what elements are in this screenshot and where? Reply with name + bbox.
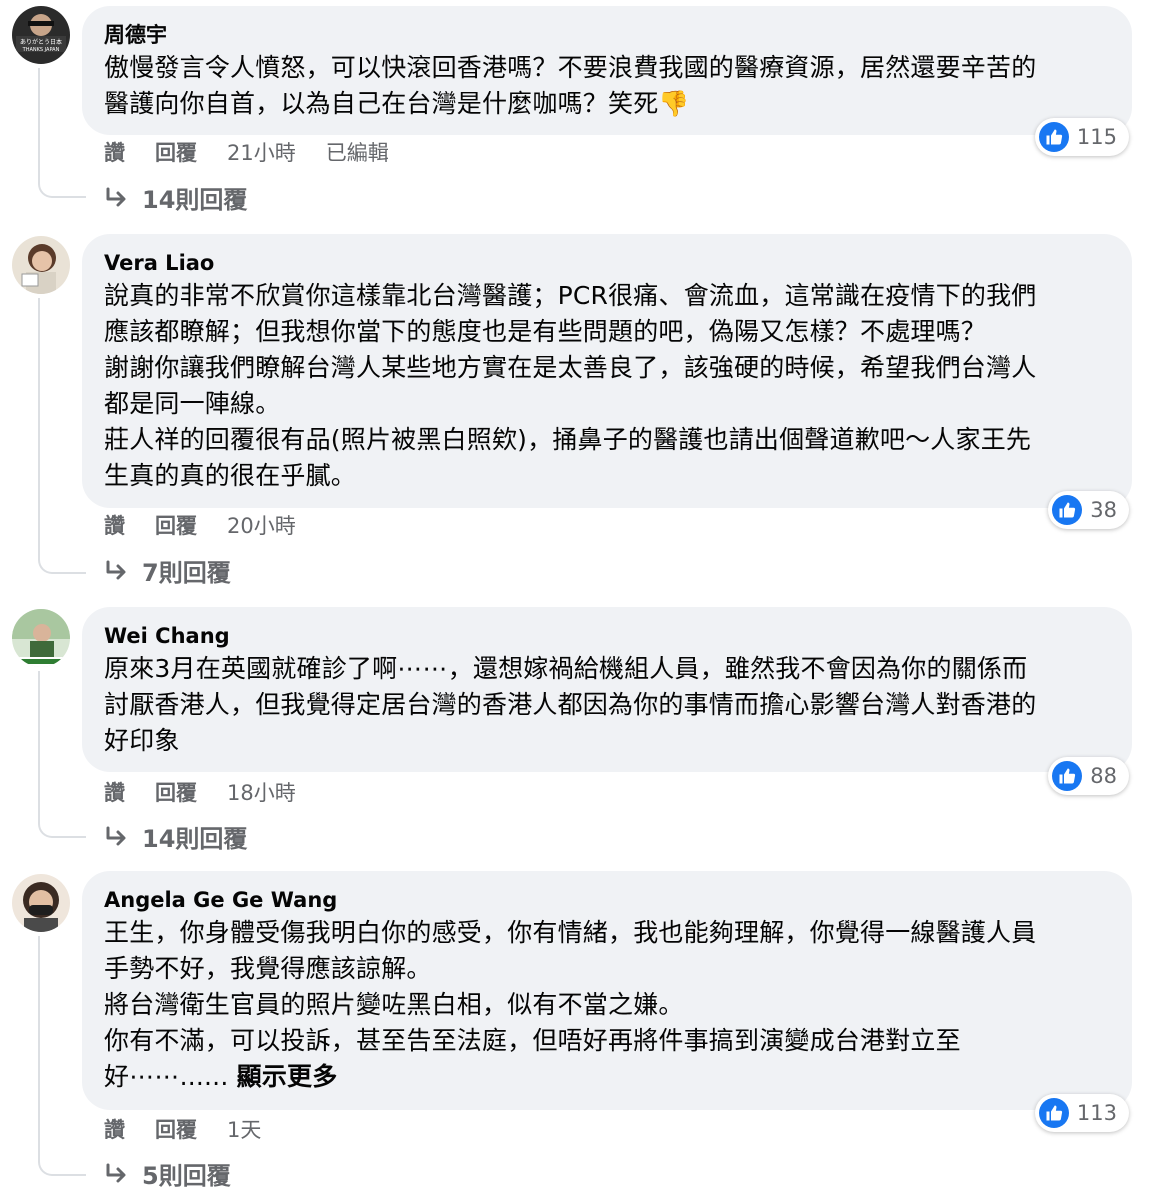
reply-button[interactable]: 回覆 xyxy=(155,510,197,540)
replies-count: 14則回覆 xyxy=(142,825,248,853)
like-icon xyxy=(1038,122,1069,152)
view-replies-link[interactable]: 7則回覆 xyxy=(104,553,231,588)
reaction-summary[interactable]: 115 xyxy=(1034,118,1129,156)
reaction-count: 113 xyxy=(1076,1101,1117,1125)
svg-text:THANKS JAPAN: THANKS JAPAN xyxy=(22,47,60,53)
comment-author[interactable]: Wei Chang xyxy=(104,621,1110,651)
like-icon xyxy=(1038,1098,1069,1128)
timestamp[interactable]: 21小時 xyxy=(227,137,296,167)
replies-count: 14則回覆 xyxy=(142,186,248,214)
like-button[interactable]: 讚 xyxy=(104,137,125,167)
avatar[interactable] xyxy=(12,874,70,932)
like-icon xyxy=(1052,761,1083,791)
reply-button[interactable]: 回覆 xyxy=(155,777,197,807)
comment-text: 說真的非常不欣賞你這樣靠北台灣醫護；PCR很痛、會流血，這常識在疫情下的我們 應… xyxy=(104,281,1037,490)
timestamp[interactable]: 20小時 xyxy=(227,510,296,540)
comment-actions: 讚 回覆 1天 xyxy=(104,1114,291,1144)
comment-text: 傲慢發言令人憤怒，可以快滾回香港嗎？不要浪費我國的醫療資源，居然還要辛苦的 醫護… xyxy=(104,53,1037,118)
view-replies-link[interactable]: 14則回覆 xyxy=(104,180,247,215)
svg-text:ありがとう日本: ありがとう日本 xyxy=(20,38,62,46)
comment-actions: 讚 回覆 20小時 xyxy=(104,510,326,540)
like-button[interactable]: 讚 xyxy=(104,777,125,807)
reaction-summary[interactable]: 88 xyxy=(1048,757,1129,795)
comment: Vera Liao 說真的非常不欣賞你這樣靠北台灣醫護；PCR很痛、會流血，這常… xyxy=(0,230,1155,600)
reply-arrow-icon xyxy=(104,825,130,849)
reply-arrow-icon xyxy=(104,559,130,583)
comment: Angela Ge Ge Wang 王生，你身體受傷我明白你的感受，你有情緒，我… xyxy=(0,868,1155,1198)
reply-arrow-icon xyxy=(104,186,130,210)
thread-line xyxy=(38,298,86,574)
comment-actions: 讚 回覆 21小時 已編輯 xyxy=(104,137,419,167)
view-replies-link[interactable]: 5則回覆 xyxy=(104,1156,231,1191)
comment-actions: 讚 回覆 18小時 xyxy=(104,777,326,807)
thread-line xyxy=(38,671,86,838)
replies-count: 7則回覆 xyxy=(142,559,231,587)
like-icon xyxy=(1052,495,1083,525)
comment-bubble: 周德宇 傲慢發言令人憤怒，可以快滾回香港嗎？不要浪費我國的醫療資源，居然還要辛苦… xyxy=(82,6,1132,135)
view-replies-link[interactable]: 14則回覆 xyxy=(104,819,247,854)
thread-line xyxy=(38,936,86,1176)
comment-text: 原來3月在英國就確診了啊⋯⋯，還想嫁禍給機組人員，雖然我不會因為你的關係而 討厭… xyxy=(104,654,1037,755)
comment-author[interactable]: Vera Liao xyxy=(104,248,1110,278)
avatar[interactable] xyxy=(12,609,70,667)
comment-author[interactable]: Angela Ge Ge Wang xyxy=(104,885,1110,915)
comment-text: 王生，你身體受傷我明白你的感受，你有情緒，我也能夠理解，你覺得一線醫護人員 手勢… xyxy=(104,918,1037,1091)
like-button[interactable]: 讚 xyxy=(104,510,125,540)
comment-author[interactable]: 周德宇 xyxy=(104,20,1110,50)
comment-bubble: Wei Chang 原來3月在英國就確診了啊⋯⋯，還想嫁禍給機組人員，雖然我不會… xyxy=(82,607,1132,772)
comment-bubble: Vera Liao 說真的非常不欣賞你這樣靠北台灣醫護；PCR很痛、會流血，這常… xyxy=(82,234,1132,508)
reaction-count: 115 xyxy=(1076,125,1117,149)
see-more-link[interactable]: 顯示更多 xyxy=(237,1062,338,1091)
reply-button[interactable]: 回覆 xyxy=(155,1114,197,1144)
thread-line xyxy=(38,68,86,198)
reaction-count: 88 xyxy=(1090,764,1117,788)
edited-label: 已編輯 xyxy=(325,141,389,165)
avatar[interactable]: ありがとう日本 THANKS JAPAN xyxy=(12,6,70,64)
reaction-summary[interactable]: 38 xyxy=(1048,491,1129,529)
comment-bubble: Angela Ge Ge Wang 王生，你身體受傷我明白你的感受，你有情緒，我… xyxy=(82,871,1132,1110)
reaction-count: 38 xyxy=(1090,498,1117,522)
avatar[interactable] xyxy=(12,236,70,294)
timestamp[interactable]: 18小時 xyxy=(227,777,296,807)
replies-count: 5則回覆 xyxy=(142,1162,231,1190)
timestamp[interactable]: 1天 xyxy=(227,1114,261,1144)
thumbs-down-emoji: 👎 xyxy=(658,89,690,118)
reaction-summary[interactable]: 113 xyxy=(1034,1094,1129,1132)
like-button[interactable]: 讚 xyxy=(104,1114,125,1144)
reply-arrow-icon xyxy=(104,1162,130,1186)
reply-button[interactable]: 回覆 xyxy=(155,137,197,167)
comment: ありがとう日本 THANKS JAPAN 周德宇 傲慢發言令人憤怒，可以快滾回香… xyxy=(0,0,1155,230)
comment: Wei Chang 原來3月在英國就確診了啊⋯⋯，還想嫁禍給機組人員，雖然我不會… xyxy=(0,603,1155,868)
